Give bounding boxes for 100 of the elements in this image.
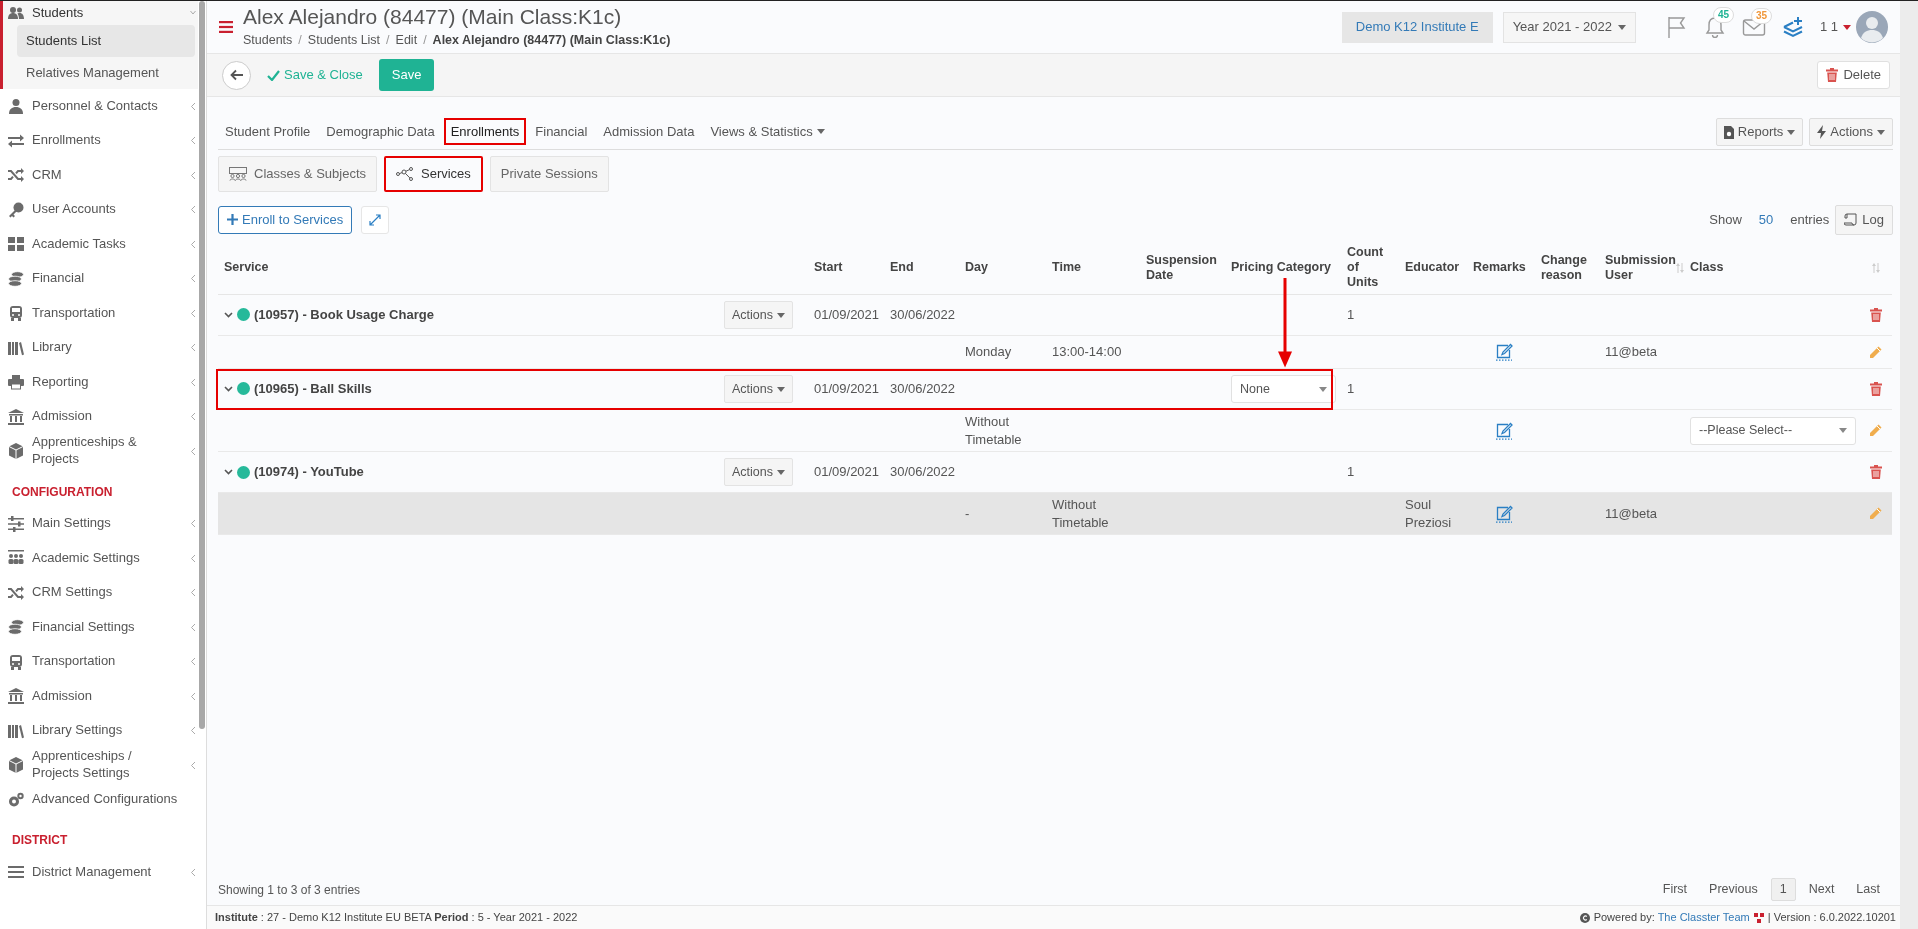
column-header[interactable]: End [884,241,959,295]
breadcrumb-link[interactable]: Students List [307,30,381,50]
actions-dropdown[interactable]: Actions [724,458,793,487]
sidebar-item[interactable]: CRM [0,158,198,193]
detail-row[interactable]: Without Timetable --Please Select-- [218,409,1892,452]
back-button[interactable] [222,60,251,90]
gear-icon [8,791,24,808]
page-button[interactable]: First [1653,878,1697,901]
scrollbar[interactable] [199,1,205,729]
subtab[interactable]: Private Sessions [489,156,609,192]
column-header[interactable]: Remarks [1467,241,1535,295]
sort-icon[interactable] [1871,262,1880,273]
detail-row[interactable]: - Without Timetable Soul Preziosi 11@beta [218,492,1892,535]
sidebar-item[interactable]: Apprenticeships / Projects Settings [0,748,198,783]
page-button[interactable]: Next [1799,878,1844,901]
column-header[interactable]: Service [218,241,718,295]
sidebar-item[interactable]: Enrollments [0,123,198,158]
sidebar-item[interactable]: Students [3,1,198,25]
column-header[interactable]: Educator [1399,241,1467,295]
expand-button[interactable] [361,205,390,234]
page-button[interactable]: Previous [1700,878,1767,901]
tab[interactable]: Views & Statistics [703,117,832,145]
scrollbar[interactable] [1900,1,1918,929]
sort-icon[interactable] [1675,262,1684,273]
sidebar-item[interactable]: Financial Settings [0,610,198,645]
column-header[interactable]: Count of Units [1341,241,1399,295]
avatar[interactable] [1856,11,1888,43]
column-header[interactable]: Class [1684,241,1859,295]
sidebar-item[interactable]: Library [0,330,198,365]
chevron-icon[interactable] [224,386,233,392]
pricing-select[interactable]: None [1231,375,1336,403]
mail-icon[interactable] [1741,17,1766,37]
trash-icon[interactable] [1869,382,1882,396]
log-button[interactable]: Log [1835,204,1893,235]
shuffle-icon [8,584,24,601]
pencil-icon[interactable] [1869,424,1882,438]
subtab[interactable]: Classes & Subjects [218,156,377,192]
tab[interactable]: Student Profile [218,117,318,145]
breadcrumb-link[interactable]: Edit [395,30,418,50]
chevron-icon[interactable] [224,469,233,476]
sidebar-subitem[interactable]: Students List [17,25,195,57]
menu-icon[interactable] [219,21,233,33]
sidebar-item[interactable]: CRM Settings [0,575,198,610]
sidebar-item[interactable]: Transportation [0,644,198,679]
chevron-icon[interactable] [224,312,233,318]
column-header[interactable]: Start [808,241,884,295]
sidebar-item[interactable]: User Accounts [0,192,198,227]
sidebar-item[interactable]: Personnel & Contacts [0,89,198,124]
sidebar-item[interactable]: Financial [0,261,198,296]
layers-icon[interactable] [1781,16,1804,38]
sidebar-item[interactable]: Admission [0,399,198,434]
user-name[interactable]: 1 1 [1819,17,1838,37]
sidebar-item[interactable]: Reporting [0,365,198,400]
sidebar-item[interactable]: Transportation [0,296,198,331]
detail-row[interactable]: Monday 13:00-14:00 11@beta [218,335,1892,369]
column-header[interactable]: Time [1046,241,1140,295]
sidebar-item[interactable]: Academic Settings [0,541,198,576]
actions-dropdown[interactable]: Actions [724,301,793,329]
reports-button[interactable]: Reports [1715,118,1804,146]
page-length-select[interactable]: 50 [1758,209,1774,230]
edit-icon[interactable] [1495,343,1513,361]
column-header[interactable]: Suspension Date [1140,241,1225,295]
tab[interactable]: Demographic Data [319,117,442,145]
sidebar-item[interactable]: District Management [0,855,198,890]
page-button[interactable]: 1 [1770,878,1796,901]
copyright-icon [1579,912,1590,923]
year-dropdown[interactable]: Year 2021 - 2022 [1502,11,1636,43]
page-button[interactable]: Last [1847,878,1889,901]
sidebar-item[interactable]: Apprenticeships & Projects [0,434,198,469]
edit-icon[interactable] [1495,504,1513,523]
trash-icon[interactable] [1869,308,1882,322]
pencil-icon[interactable] [1869,507,1882,521]
edit-icon[interactable] [1495,421,1513,440]
delete-button[interactable]: Delete [1817,61,1890,89]
sidebar-item[interactable]: Main Settings [0,506,198,541]
enroll-button[interactable]: Enroll to Services [218,205,353,234]
actions-dropdown[interactable]: Actions [724,375,793,403]
sidebar-subitem[interactable]: Relatives Management [17,57,195,89]
institute-button[interactable]: Demo K12 Institute E [1341,11,1493,43]
sidebar-item[interactable]: Admission [0,679,198,714]
sidebar-item[interactable]: Academic Tasks [0,227,198,262]
trash-icon[interactable] [1869,465,1882,480]
trash-icon[interactable] [1826,68,1839,82]
bell-icon[interactable] [1703,16,1726,38]
subtab[interactable]: Services [384,156,483,192]
flag-icon[interactable] [1665,15,1688,39]
actions-button[interactable]: Actions [1809,118,1893,146]
tab[interactable]: Enrollments [443,117,527,145]
tab[interactable]: Financial [528,117,595,145]
tab[interactable]: Admission Data [596,117,702,145]
submission-user: 11@beta [1605,344,1657,360]
column-header[interactable]: Day [959,241,1046,295]
sidebar-item[interactable]: Library Settings [0,713,198,748]
sidebar-item[interactable]: Advanced Configurations [0,782,198,817]
class-select[interactable]: --Please Select-- [1690,416,1856,445]
team-link[interactable]: The Classter Team [1657,911,1750,924]
pencil-icon[interactable] [1869,345,1882,359]
column-header[interactable]: Submission User [1599,241,1684,295]
column-header[interactable]: Change reason [1535,241,1599,295]
breadcrumb-link[interactable]: Students [243,30,293,50]
